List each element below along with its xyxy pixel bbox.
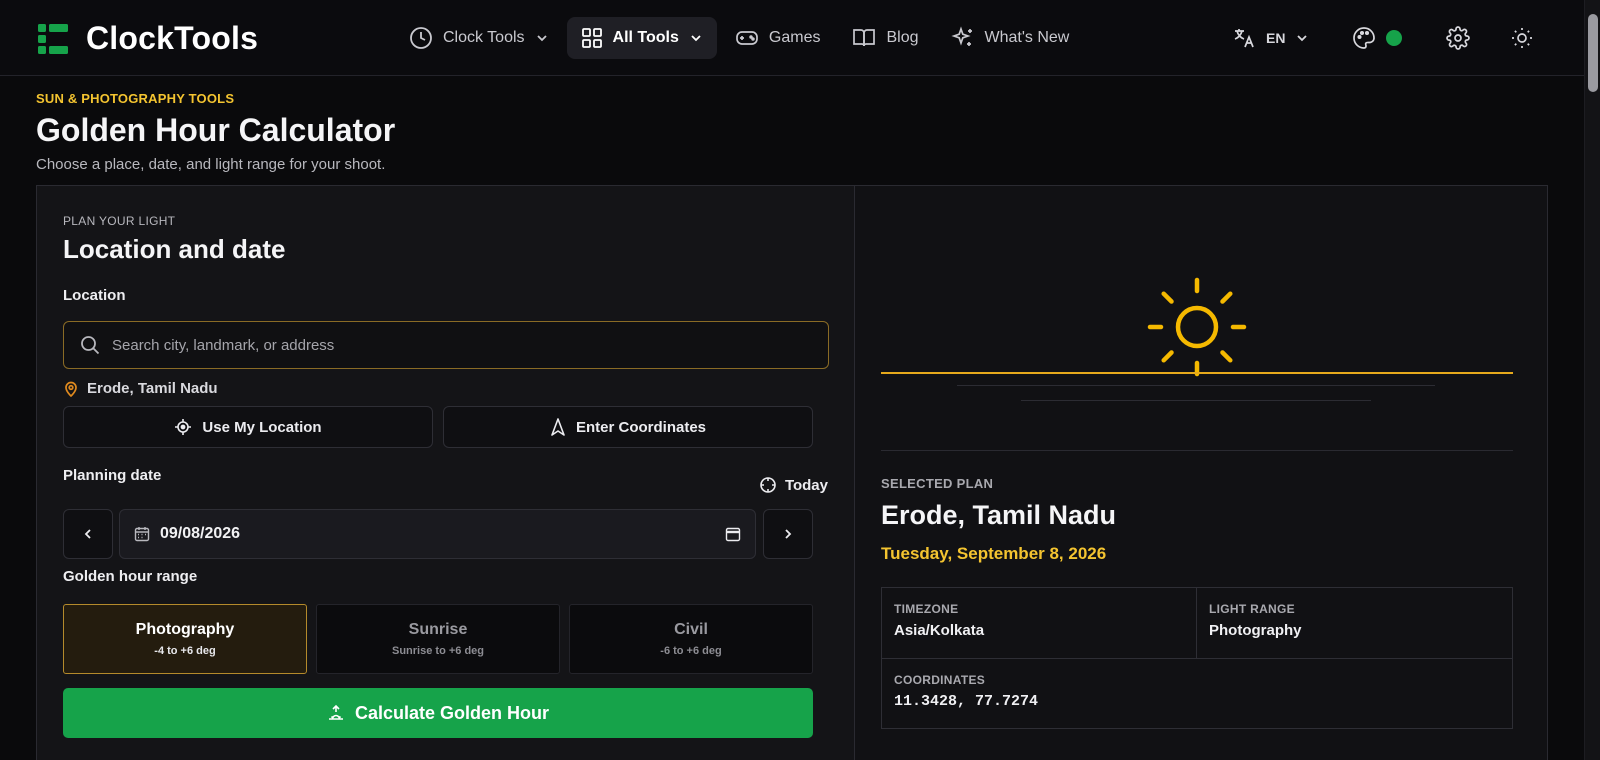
chevron-down-icon [1297,35,1308,42]
sunrise-icon [328,704,343,720]
status-dot [1386,30,1402,46]
button-label: Use My Location [202,418,322,436]
today-label: Today [784,476,828,494]
map-pin-icon [65,381,77,397]
enter-coordinates-button[interactable]: Enter Coordinates [443,406,813,448]
nav-games[interactable]: Games [721,17,835,59]
nav-blog[interactable]: Blog [838,17,932,59]
location-label: Location [63,287,126,304]
theme-palette-button[interactable] [1352,17,1402,59]
gamepad-icon [736,31,758,45]
target-icon [760,477,776,493]
nav-whats-new[interactable]: What's New [937,17,1084,59]
selected-place: Erode, Tamil Nadu [881,500,1117,530]
settings-button[interactable] [1446,17,1470,59]
grid-icon [581,28,602,48]
palette-icon [1353,27,1375,49]
language-code: EN [1266,30,1286,46]
selected-date: Tuesday, September 8, 2026 [881,544,1107,563]
date-input[interactable]: 09/08/2026 [119,509,756,559]
nav-label: Games [768,29,821,46]
current-location-text: Erode, Tamil Nadu [87,380,218,397]
location-search[interactable] [63,321,829,369]
main-nav: Clock Tools All Tools Games Blog What's … [395,17,1083,59]
search-input[interactable] [112,336,792,354]
range-subtitle: Sunrise to +6 deg [392,645,484,657]
nav-all-tools[interactable]: All Tools [566,17,717,59]
horizon-shade-line [957,385,1435,386]
range-title: Photography [135,621,235,638]
range-option-civil[interactable]: Civil -6 to +6 deg [569,604,813,674]
timezone-cell: TIMEZONE Asia/Kolkata [882,588,1196,653]
top-nav-bar: ClockTools Clock Tools All Tools Games B… [0,0,1584,76]
button-label: Calculate Golden Hour [354,702,550,723]
golden-hour-card: PLAN YOUR LIGHT Location and date Locati… [36,185,1548,760]
sun-illustration-icon [1147,277,1247,377]
translate-icon [1234,29,1254,48]
page-scrollbar[interactable] [1584,0,1600,760]
coordinates-label: COORDINATES [894,673,986,687]
section-title: Location and date [63,234,286,264]
chevron-right-icon [785,529,792,539]
date-value: 09/08/2026 [160,525,241,542]
horizon-line [881,372,1513,374]
previous-day-button[interactable] [63,509,113,559]
page-title: Golden Hour Calculator [36,112,396,148]
coordinates-value: 11.3428, 77.7274 [894,693,1039,710]
light-range-cell: LIGHT RANGE Photography [1197,588,1513,653]
locate-icon [175,419,192,435]
range-subtitle: -6 to +6 deg [660,645,722,657]
page-eyebrow: SUN & PHOTOGRAPHY TOOLS [36,91,235,106]
brand-name: ClockTools [86,20,259,56]
gear-icon [1446,26,1470,50]
section-label: PLAN YOUR LIGHT [63,214,176,228]
book-icon [853,29,876,47]
selected-plan-panel: SELECTED PLAN Erode, Tamil Nadu Tuesday,… [855,186,1547,760]
nav-clock-tools[interactable]: Clock Tools [395,17,563,59]
navigation-arrow-icon [551,418,565,436]
light-mode-toggle[interactable] [1510,17,1534,59]
planner-form: PLAN YOUR LIGHT Location and date Locati… [37,186,855,760]
light-range-value: Photography [1209,622,1302,639]
coordinates-cell: COORDINATES 11.3428, 77.7274 [882,659,1512,724]
use-my-location-button[interactable]: Use My Location [63,406,433,448]
golden-hour-range-label: Golden hour range [63,568,198,585]
current-location: Erode, Tamil Nadu [63,380,218,397]
planning-date-label: Planning date [63,467,162,484]
language-selector[interactable]: EN [1232,17,1309,59]
button-label: Enter Coordinates [575,418,707,436]
panel-divider [881,450,1513,451]
selected-plan-label: SELECTED PLAN [881,476,994,491]
calculate-golden-hour-button[interactable]: Calculate Golden Hour [63,688,813,738]
chevron-down-icon [691,35,701,42]
nav-label: Blog [886,29,919,46]
range-title: Civil [674,621,708,638]
brand-logo[interactable]: ClockTools [38,20,258,57]
calendar-icon [134,527,150,542]
logo-icon [38,23,68,54]
plan-details-grid: TIMEZONE Asia/Kolkata LIGHT RANGE Photog… [881,587,1513,729]
page-subtitle: Choose a place, date, and light range fo… [36,156,386,173]
clock-icon [410,27,432,49]
search-icon [81,336,100,355]
chevron-left-icon [84,529,91,539]
chevron-down-icon [536,35,547,42]
range-subtitle: -4 to +6 deg [154,645,216,657]
horizon-shade-line [1021,400,1371,401]
scrollbar-thumb[interactable] [1588,14,1598,92]
nav-label: What's New [984,29,1070,46]
range-title: Sunrise [408,621,468,638]
sparkles-icon [950,26,972,46]
range-option-sunrise[interactable]: Sunrise Sunrise to +6 deg [316,604,560,674]
range-option-photography[interactable]: Photography -4 to +6 deg [63,604,307,674]
light-range-label: LIGHT RANGE [1209,602,1295,616]
sun-icon [1512,28,1532,48]
next-day-button[interactable] [763,509,813,559]
today-button[interactable]: Today [759,476,828,494]
timezone-value: Asia/Kolkata [894,622,985,639]
calendar-picker-icon[interactable] [725,526,741,542]
nav-label: All Tools [612,29,679,46]
nav-label: Clock Tools [443,29,525,46]
timezone-label: TIMEZONE [894,602,959,616]
